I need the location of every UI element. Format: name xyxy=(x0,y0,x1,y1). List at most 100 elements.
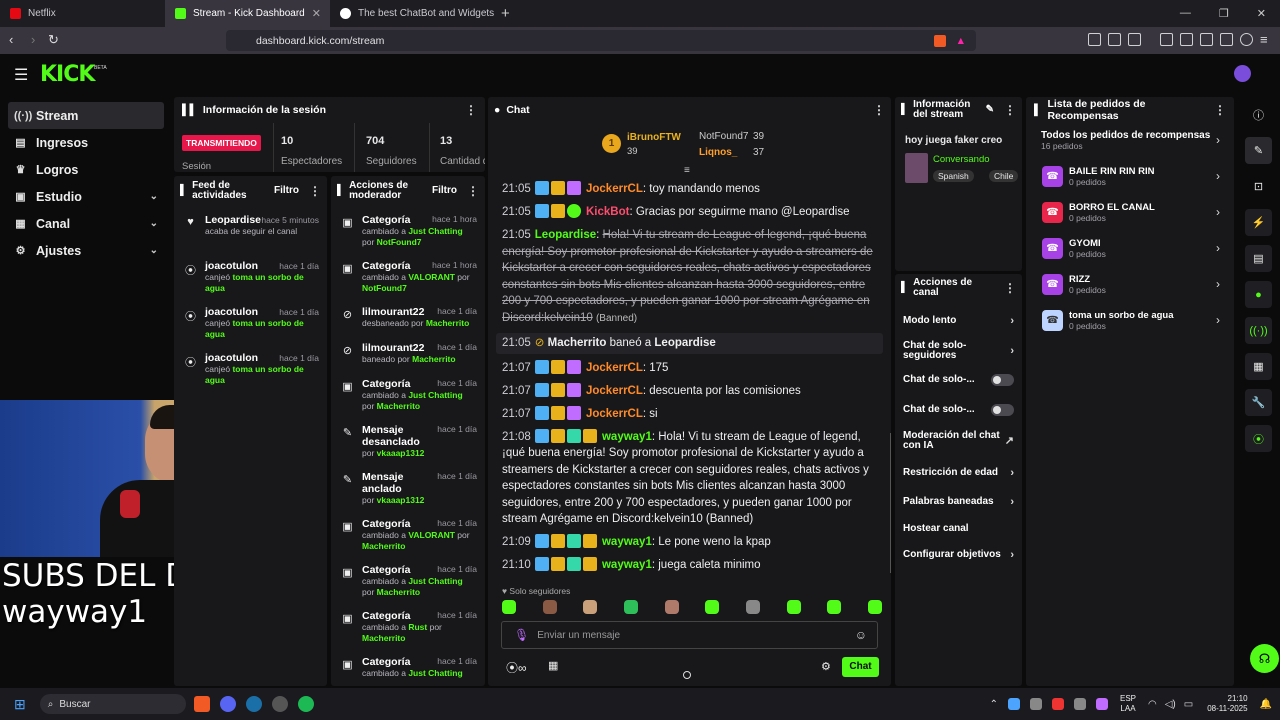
spotify-icon[interactable] xyxy=(297,696,314,712)
tray-chevron-icon[interactable]: ⌃ xyxy=(990,699,998,710)
channel-action-row[interactable]: Palabras baneadas › xyxy=(895,487,1022,516)
notes-icon[interactable]: ▤ xyxy=(1245,245,1272,272)
channel-action-row[interactable]: Chat de solo-... xyxy=(895,365,1022,395)
close-icon[interactable]: ✕ xyxy=(312,7,321,20)
brave-shield-icon[interactable] xyxy=(933,34,946,47)
store-icon[interactable]: ▦ xyxy=(548,659,558,672)
message-input[interactable]: 🎙 Enviar un mensaje ☺ xyxy=(501,621,878,649)
channel-action-row[interactable]: Moderación del chat con IA ↗ xyxy=(895,424,1022,458)
sidebar-item-stream[interactable]: ((·)) Stream xyxy=(8,102,164,129)
new-tab-button[interactable]: + xyxy=(495,5,516,22)
emoji-icon[interactable]: ☺ xyxy=(855,628,867,642)
tab-chatbot[interactable]: The best ChatBot and Widgets for Kic✕ xyxy=(330,0,495,27)
feed-item-user[interactable]: Leopardise xyxy=(205,214,261,226)
obs-icon[interactable] xyxy=(271,696,288,712)
extension-icon[interactable] xyxy=(1088,33,1101,46)
emote-icon[interactable] xyxy=(867,600,882,614)
emote-icon[interactable] xyxy=(705,600,720,614)
toggle-switch[interactable] xyxy=(991,403,1014,416)
lightning-icon[interactable]: ⚡ xyxy=(1245,209,1272,236)
layout-icon[interactable]: ▦ xyxy=(1245,353,1272,380)
category-name[interactable]: Conversando xyxy=(933,154,990,165)
wrench-icon[interactable]: 🔧 xyxy=(1245,389,1272,416)
kick-logo[interactable]: KICK xyxy=(40,62,95,87)
send-chat-button[interactable]: Chat xyxy=(842,657,879,677)
bot-icon[interactable]: ⦿∞ xyxy=(506,659,527,676)
battery-icon[interactable]: ▭ xyxy=(1184,699,1193,710)
all-rewards-row[interactable]: Todos los pedidos de recompensas 16 pedid… xyxy=(1026,122,1234,158)
chat-username[interactable]: wayway1 xyxy=(602,536,652,548)
wifi-icon[interactable]: ◠ xyxy=(1148,699,1157,710)
reload-icon[interactable]: ↻ xyxy=(48,32,59,48)
feed-item-user[interactable]: joacotulon xyxy=(205,352,258,364)
bot-icon[interactable]: ⦿ xyxy=(1245,425,1272,452)
more-icon[interactable]: ⋮ xyxy=(1004,282,1016,294)
tab-kick-dashboard[interactable]: Stream - Kick Dashboard ✕ xyxy=(165,0,330,27)
emote-icon[interactable] xyxy=(502,600,516,614)
emote-icon[interactable] xyxy=(664,600,679,614)
channel-action-row[interactable]: Restricción de edad › xyxy=(895,458,1022,487)
chat-username[interactable]: KickBot xyxy=(586,206,629,218)
download-icon[interactable] xyxy=(1220,33,1233,46)
menu-icon[interactable]: ≡ xyxy=(1260,32,1268,47)
sidebar-item-canal[interactable]: ▦ Canal ⌄ xyxy=(8,210,164,237)
back-icon[interactable]: ‹ xyxy=(9,32,13,47)
emote-icon[interactable] xyxy=(827,600,842,614)
edit-icon[interactable]: ✎ xyxy=(1245,137,1272,164)
scrollbar[interactable] xyxy=(890,433,891,573)
steam-icon[interactable] xyxy=(245,696,262,712)
channel-action-row[interactable]: Modo lento › xyxy=(895,306,1022,336)
chat-username[interactable]: JockerrCL xyxy=(586,385,643,397)
more-icon[interactable]: ⋮ xyxy=(465,103,477,117)
feed-item-user[interactable]: joacotulon xyxy=(205,306,258,318)
toggle-switch[interactable] xyxy=(991,374,1014,386)
chat-username[interactable]: Leopardise xyxy=(535,229,596,241)
clock[interactable]: 21:10 08-11-2025 xyxy=(1207,694,1247,714)
support-icon[interactable]: ☊ xyxy=(1250,644,1279,673)
url-field[interactable]: dashboard.kick.com/stream ▲ xyxy=(226,30,976,51)
reward-row[interactable]: ☎ BAILE RIN RIN RIN 0 pedidos › xyxy=(1026,158,1234,194)
channel-action-row[interactable]: Hostear canal xyxy=(895,516,1022,542)
brave-icon[interactable] xyxy=(193,696,210,712)
discord-icon[interactable] xyxy=(219,696,236,712)
reward-row[interactable]: ☎ toma un sorbo de agua 0 pedidos › xyxy=(1026,302,1234,338)
reward-row[interactable]: ☎ BORRO EL CANAL 0 pedidos › xyxy=(1026,194,1234,230)
windows-start-icon[interactable]: ⊞ xyxy=(14,696,26,713)
ban-moderator[interactable]: Macherrito xyxy=(548,337,607,349)
sidebar-item-logros[interactable]: ♛ Logros xyxy=(8,156,164,183)
filter-button[interactable]: Filtro xyxy=(274,186,299,196)
emote-icon[interactable] xyxy=(623,600,638,614)
chat-username[interactable]: JockerrCL xyxy=(586,362,643,374)
ban-target[interactable]: Leopardise xyxy=(654,337,715,349)
edit-icon[interactable]: ✎ xyxy=(986,105,994,115)
mic-icon[interactable] xyxy=(1095,698,1108,710)
chat-bubble-icon[interactable]: ● xyxy=(1245,281,1272,308)
tray-icon[interactable] xyxy=(1007,698,1020,710)
channel-action-row[interactable]: Chat de solo-... xyxy=(895,395,1022,424)
extension-icon[interactable] xyxy=(1128,33,1141,46)
taskbar-search[interactable]: ⌕ Buscar xyxy=(39,694,186,714)
tray-icon[interactable] xyxy=(1029,698,1042,710)
chat-username[interactable]: JockerrCL xyxy=(586,183,643,195)
close-window-icon[interactable]: ✕ xyxy=(1257,7,1266,20)
maximize-icon[interactable]: ❐ xyxy=(1219,7,1229,20)
reward-row[interactable]: ☎ RIZZ 0 pedidos › xyxy=(1026,266,1234,302)
rewards-icon[interactable]: ▲ xyxy=(956,35,966,47)
collapse-icon[interactable]: ≡ xyxy=(684,165,690,176)
reward-row[interactable]: ☎ GYOMI 0 pedidos › xyxy=(1026,230,1234,266)
more-icon[interactable]: ⋮ xyxy=(309,185,321,197)
channel-action-row[interactable]: Configurar objetivos › xyxy=(895,542,1022,568)
sidebar-item-ajustes[interactable]: ⚙ Ajustes ⌄ xyxy=(8,237,164,264)
more-icon[interactable]: ⋮ xyxy=(1214,103,1226,117)
filter-button[interactable]: Filtro xyxy=(432,186,457,196)
more-icon[interactable]: ⋮ xyxy=(873,103,885,117)
channel-action-row[interactable]: Chat de solo-seguidores › xyxy=(895,336,1022,365)
avatar[interactable] xyxy=(1234,65,1251,82)
info-icon[interactable]: ⓘ xyxy=(1245,101,1272,128)
tab-netflix[interactable]: Netflix xyxy=(0,0,165,27)
emote-icon[interactable] xyxy=(786,600,801,614)
sidebar-icon[interactable] xyxy=(1180,33,1193,46)
chat-username[interactable]: JockerrCL xyxy=(586,408,643,420)
broadcast-icon[interactable]: ((·)) xyxy=(1245,317,1272,344)
capture-icon[interactable]: ⊡ xyxy=(1245,173,1272,200)
